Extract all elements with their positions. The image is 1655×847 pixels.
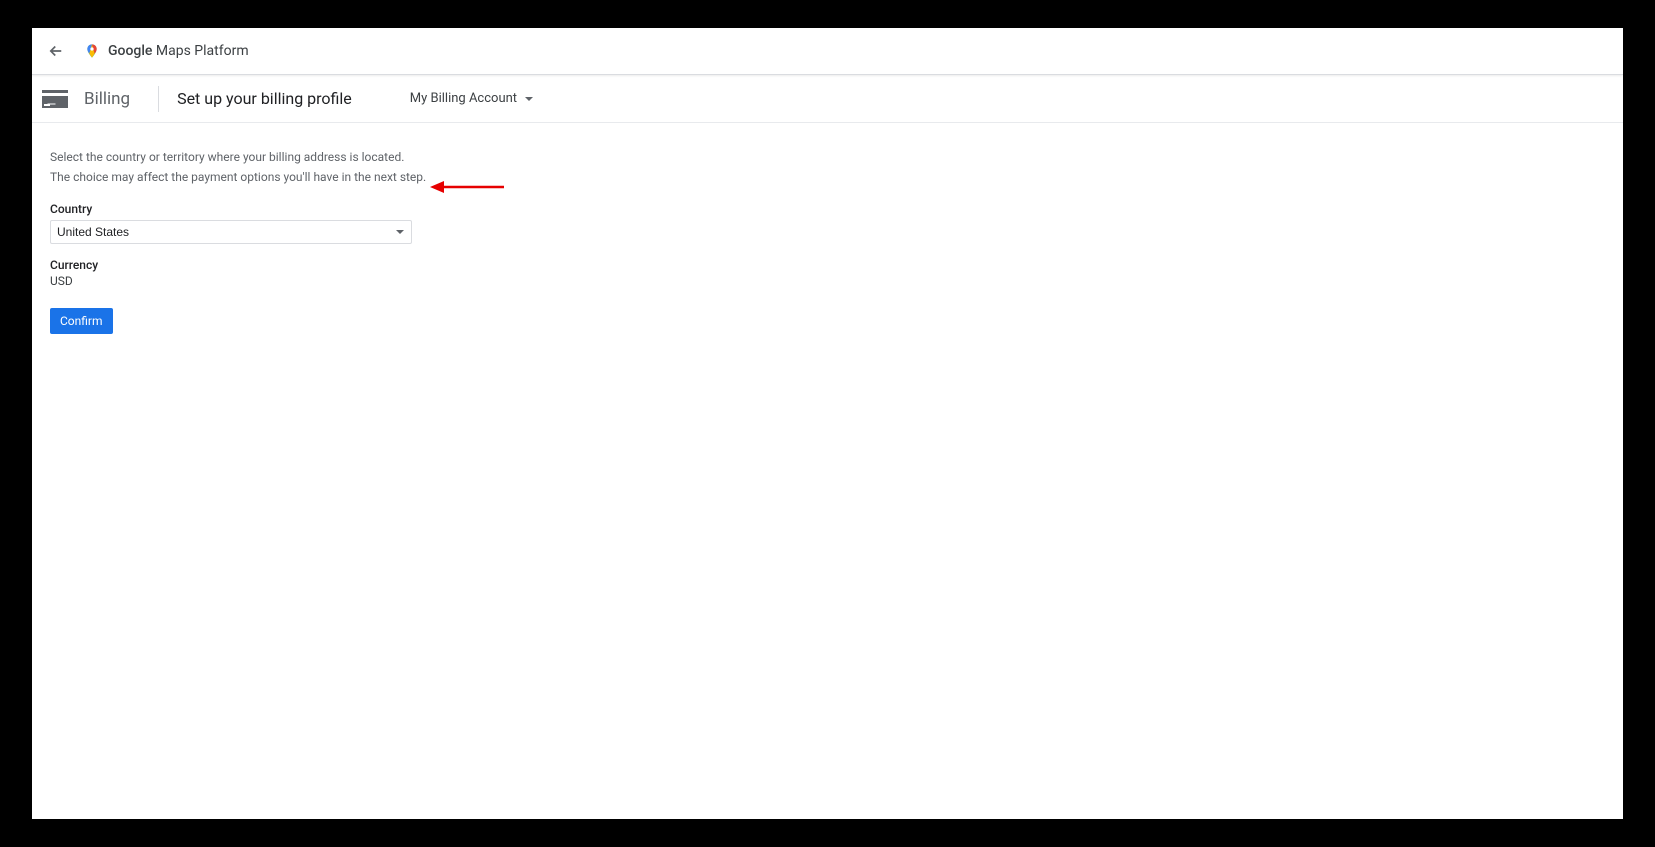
chevron-down-icon xyxy=(525,97,533,101)
confirm-button[interactable]: Confirm xyxy=(50,308,113,334)
helper-text-line-1: Select the country or territory where yo… xyxy=(50,147,1605,167)
product-name: Google Maps Platform xyxy=(108,43,249,59)
arrow-left-icon xyxy=(47,42,65,60)
sub-header: Billing Set up your billing profile My B… xyxy=(32,75,1623,123)
helper-text-line-2: The choice may affect the payment option… xyxy=(50,167,1605,187)
credit-card-icon xyxy=(42,90,68,108)
country-field-group: Country xyxy=(50,202,1605,244)
billing-account-name: My Billing Account xyxy=(410,91,517,106)
billing-account-selector[interactable]: My Billing Account xyxy=(410,91,533,106)
billing-section-label: Billing xyxy=(84,89,158,109)
currency-value: USD xyxy=(50,274,1605,288)
country-label: Country xyxy=(50,202,1605,216)
country-select[interactable] xyxy=(50,220,412,244)
divider xyxy=(158,86,159,112)
page-title: Set up your billing profile xyxy=(177,89,352,108)
country-select-wrap xyxy=(50,220,412,244)
top-header: Google Maps Platform xyxy=(32,28,1623,75)
google-maps-icon xyxy=(84,43,100,59)
product-logo: Google Maps Platform xyxy=(84,43,249,59)
content-area: Select the country or territory where yo… xyxy=(32,123,1623,358)
currency-field-group: Currency USD xyxy=(50,258,1605,288)
currency-label: Currency xyxy=(50,258,1605,272)
app-window: Google Maps Platform Billing Set up your… xyxy=(32,28,1623,819)
back-button[interactable] xyxy=(44,39,68,63)
